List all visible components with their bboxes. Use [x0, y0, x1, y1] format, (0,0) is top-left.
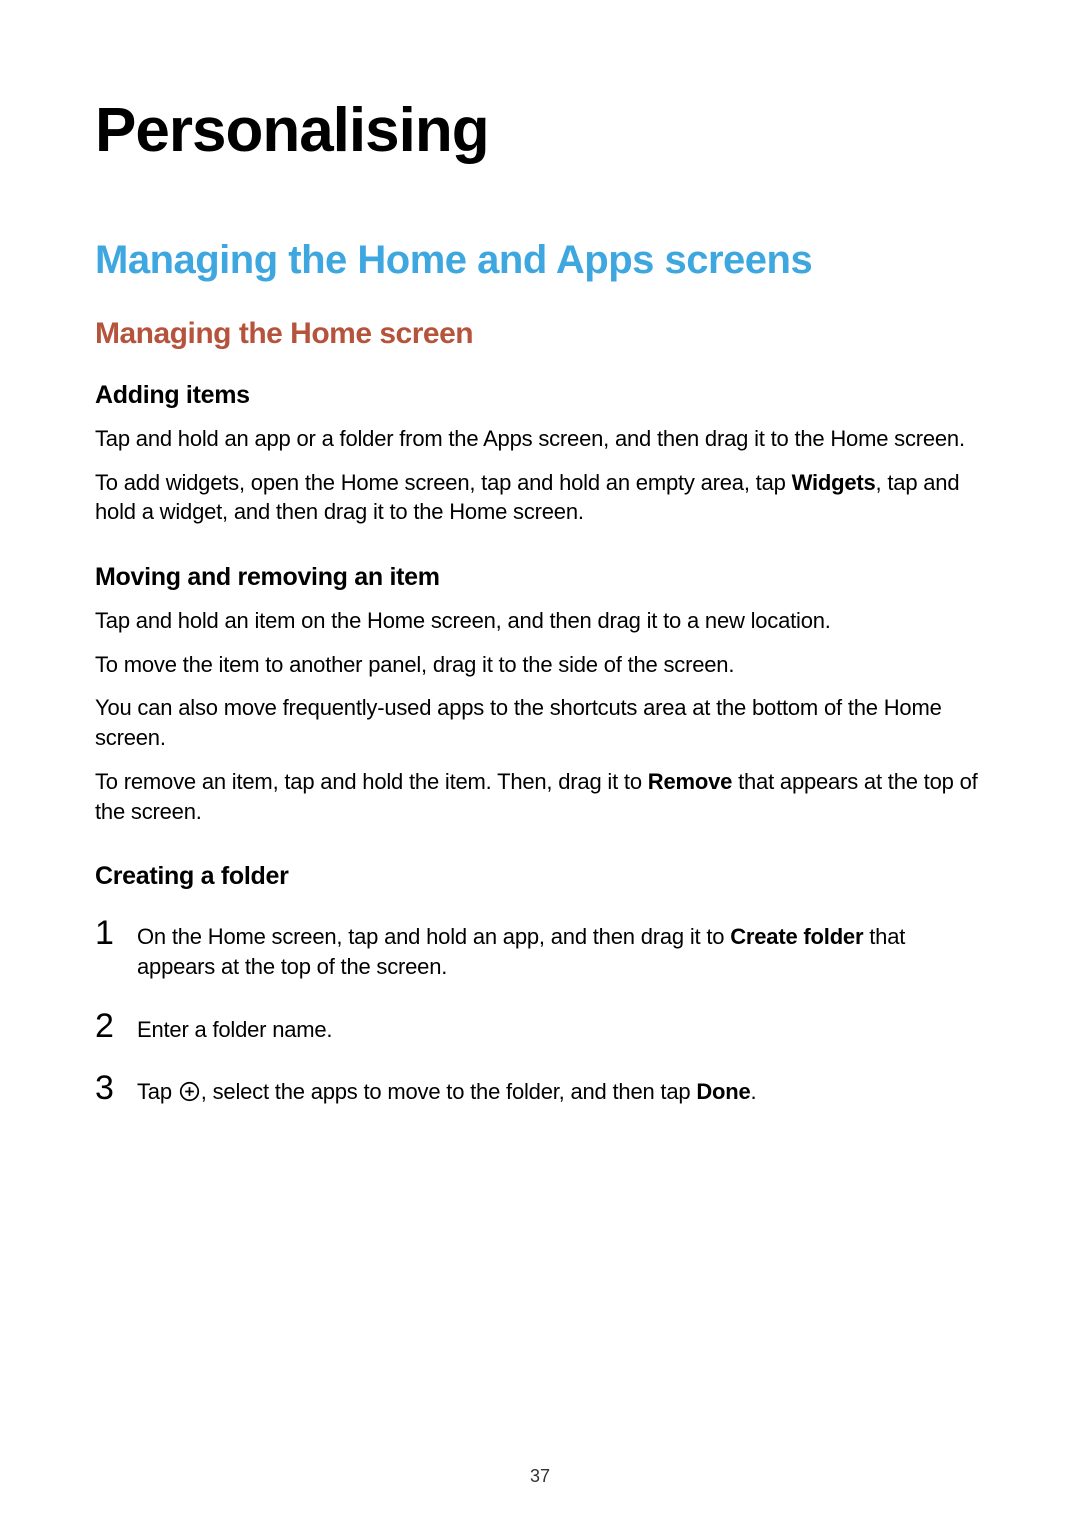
bold-remove: Remove — [648, 769, 732, 794]
text: To add widgets, open the Home screen, ta… — [95, 470, 792, 495]
text: . — [751, 1079, 757, 1104]
text: , select the apps to move to the folder,… — [201, 1079, 697, 1104]
para-moving-4: To remove an item, tap and hold the item… — [95, 767, 985, 826]
para-adding-2: To add widgets, open the Home screen, ta… — [95, 468, 985, 527]
heading-creating-folder: Creating a folder — [95, 862, 985, 891]
para-moving-1: Tap and hold an item on the Home screen,… — [95, 606, 985, 636]
list-body: Tap , select the apps to move to the fol… — [137, 1074, 756, 1107]
page-number: 37 — [0, 1466, 1080, 1487]
heading-moving: Moving and removing an item — [95, 563, 985, 592]
text: To remove an item, tap and hold the item… — [95, 769, 648, 794]
list-item: 2 Enter a folder name. — [95, 1012, 985, 1045]
list-item: 3 Tap , select the apps to move to the f… — [95, 1074, 985, 1107]
list-number-1: 1 — [95, 916, 137, 950]
text: Tap — [137, 1079, 178, 1104]
para-adding-1: Tap and hold an app or a folder from the… — [95, 424, 985, 454]
bold-widgets: Widgets — [792, 470, 876, 495]
bold-done: Done — [696, 1079, 750, 1104]
text: Enter a folder name. — [137, 1017, 332, 1042]
list-number-2: 2 — [95, 1009, 137, 1043]
heading-adding-items: Adding items — [95, 381, 985, 410]
list-body: Enter a folder name. — [137, 1012, 332, 1045]
page-title: Personalising — [95, 95, 985, 166]
text: On the Home screen, tap and hold an app,… — [137, 924, 730, 949]
list-body: On the Home screen, tap and hold an app,… — [137, 919, 985, 981]
list-number-3: 3 — [95, 1071, 137, 1105]
subsection-heading: Managing the Home screen — [95, 317, 985, 351]
para-moving-2: To move the item to another panel, drag … — [95, 650, 985, 680]
ordered-list: 1 On the Home screen, tap and hold an ap… — [95, 919, 985, 1107]
section-heading: Managing the Home and Apps screens — [95, 238, 985, 283]
bold-create-folder: Create folder — [730, 924, 863, 949]
list-item: 1 On the Home screen, tap and hold an ap… — [95, 919, 985, 981]
page: Personalising Managing the Home and Apps… — [0, 0, 1080, 1527]
para-moving-3: You can also move frequently-used apps t… — [95, 693, 985, 752]
plus-circle-icon — [179, 1081, 200, 1102]
